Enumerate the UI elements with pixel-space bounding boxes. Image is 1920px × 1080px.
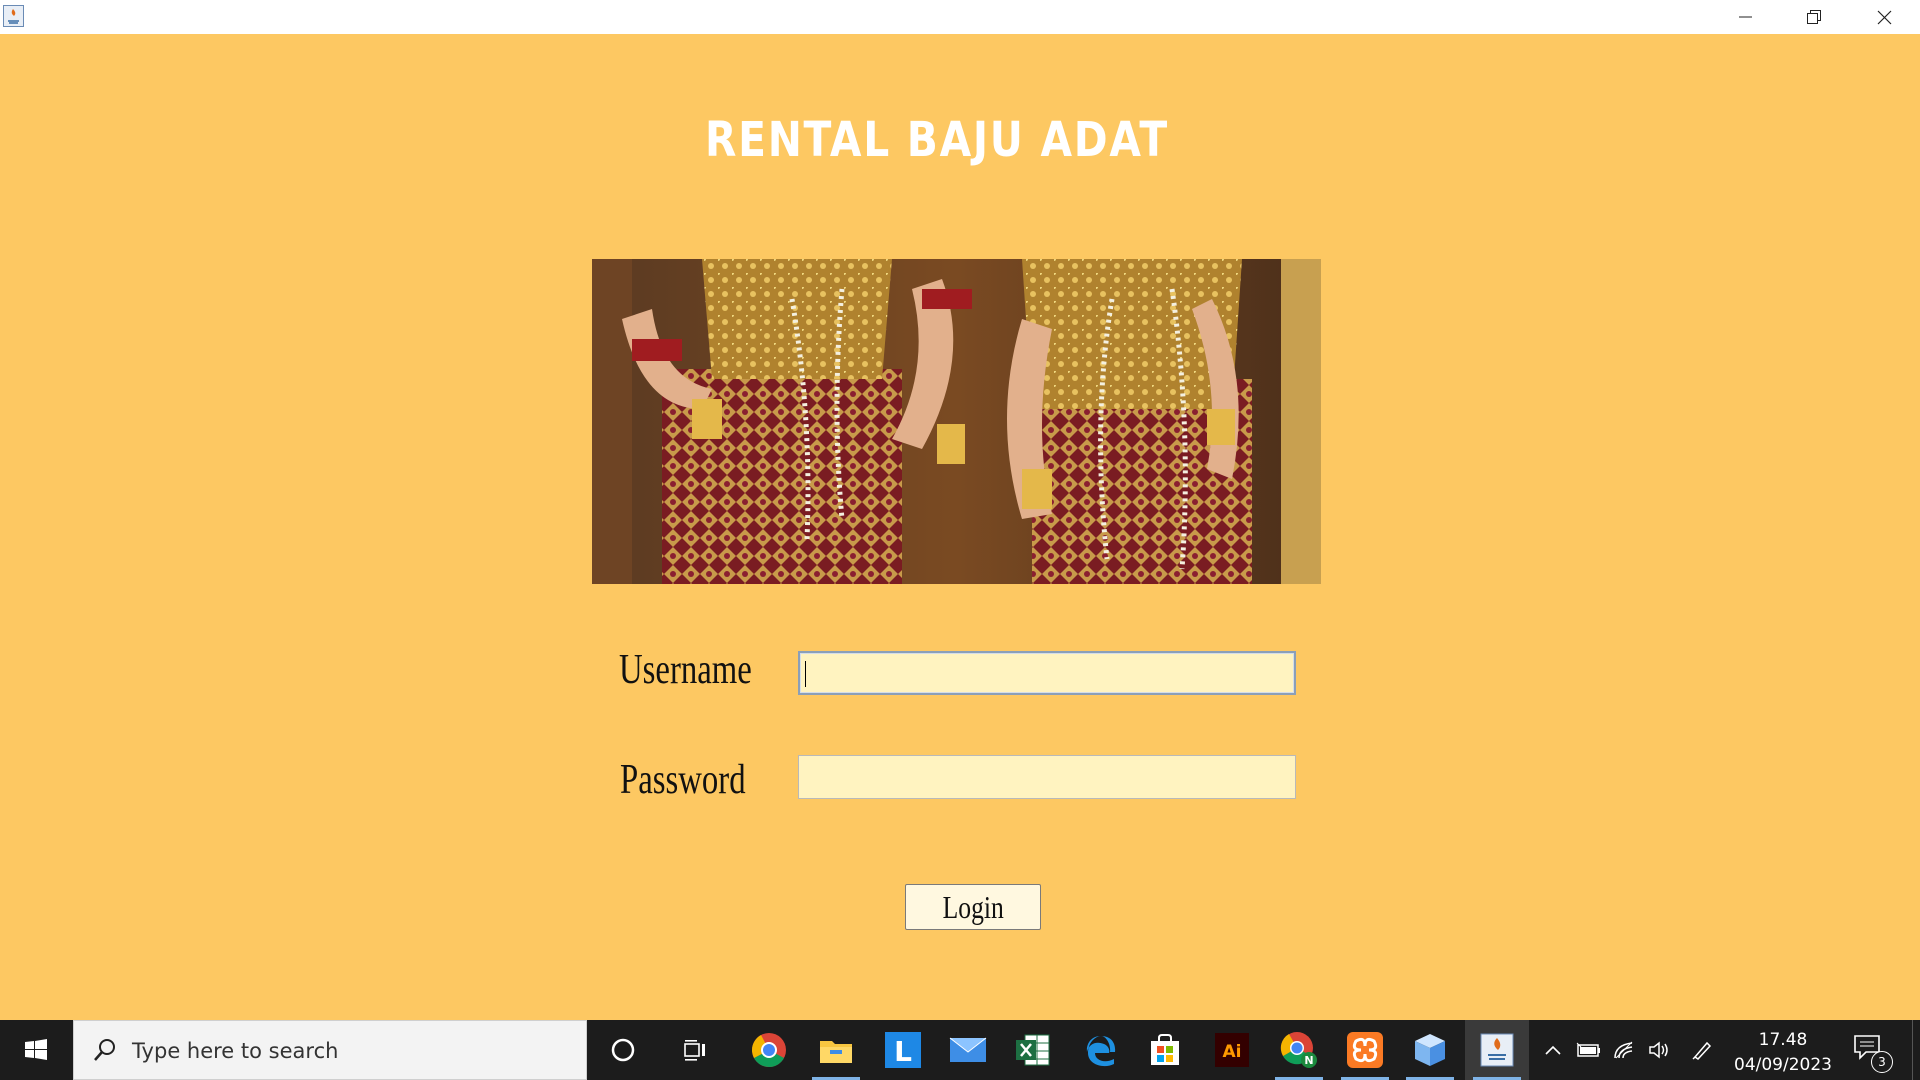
tray-show-hidden-button[interactable] — [1538, 1020, 1568, 1080]
file-explorer-icon — [820, 1041, 852, 1063]
minimize-button[interactable] — [1710, 0, 1780, 34]
excel-icon — [1016, 1034, 1050, 1066]
pen-tray-button[interactable] — [1686, 1020, 1718, 1080]
chrome-icon — [752, 1033, 786, 1067]
svg-text:Ai: Ai — [1223, 1042, 1242, 1062]
task-view-button[interactable] — [663, 1020, 727, 1080]
password-input[interactable] — [798, 755, 1296, 799]
notification-count-badge: 3 — [1871, 1051, 1893, 1073]
search-icon — [94, 1039, 115, 1061]
mail-icon — [949, 1037, 987, 1062]
wifi-icon — [1614, 1041, 1633, 1059]
taskbar: Type here to search L Ai N 17.48 04/09/2… — [0, 1020, 1920, 1080]
3d-box-icon — [1415, 1034, 1445, 1066]
chevron-up-icon — [1545, 1045, 1561, 1055]
edge-icon — [1086, 1036, 1116, 1067]
minimize-icon — [1739, 16, 1752, 18]
illustrator-icon: Ai — [1215, 1033, 1249, 1067]
clock-time: 17.48 — [1758, 1030, 1808, 1050]
username-input[interactable] — [798, 651, 1296, 695]
show-desktop-button[interactable] — [1912, 1020, 1920, 1080]
battery-tray-button[interactable] — [1572, 1020, 1604, 1080]
windows-logo-icon — [25, 1039, 47, 1060]
window-title-bar — [0, 0, 1920, 34]
network-tray-button[interactable] — [1608, 1020, 1640, 1080]
l-app-icon: L — [885, 1032, 921, 1068]
restore-button[interactable] — [1779, 0, 1849, 34]
username-label: Username — [619, 647, 752, 693]
traditional-costume-photo — [592, 259, 1321, 584]
password-label: Password — [620, 757, 746, 803]
task-view-icon — [684, 1040, 705, 1061]
cortana-icon — [611, 1038, 635, 1062]
taskbar-app-store[interactable] — [1133, 1020, 1197, 1080]
taskbar-app-java[interactable] — [1465, 1020, 1529, 1080]
java-app-icon — [3, 5, 24, 27]
close-icon — [1877, 10, 1892, 25]
taskbar-search-box[interactable]: Type here to search — [73, 1020, 587, 1080]
close-button[interactable] — [1849, 0, 1919, 34]
battery-icon — [1576, 1042, 1600, 1057]
taskbar-app-illustrator[interactable]: Ai — [1200, 1020, 1264, 1080]
taskbar-app-chrome-profile[interactable]: N — [1267, 1020, 1331, 1080]
clock-date: 04/09/2023 — [1734, 1055, 1832, 1075]
start-button[interactable] — [0, 1020, 72, 1080]
speaker-icon — [1649, 1041, 1668, 1059]
taskbar-app-edge[interactable] — [1069, 1020, 1133, 1080]
text-caret — [805, 661, 806, 687]
app-title: RENTAL BAJU ADAT — [705, 112, 1169, 168]
restore-icon — [1807, 10, 1821, 24]
login-button-label: Login — [942, 888, 1004, 925]
taskbar-clock[interactable]: 17.48 04/09/2023 — [1718, 1028, 1848, 1078]
taskbar-app-chrome[interactable] — [737, 1020, 801, 1080]
taskbar-app-l[interactable]: L — [871, 1020, 935, 1080]
login-panel: RENTAL BAJU ADAT Username Password Login — [0, 34, 1920, 1020]
taskbar-app-file-explorer[interactable] — [804, 1020, 868, 1080]
cortana-button[interactable] — [591, 1020, 655, 1080]
taskbar-app-xampp[interactable] — [1333, 1020, 1397, 1080]
taskbar-app-excel[interactable] — [1001, 1020, 1065, 1080]
login-button[interactable]: Login — [905, 884, 1041, 930]
svg-text:N: N — [1304, 1054, 1313, 1067]
store-icon — [1151, 1034, 1179, 1065]
chrome-profile-icon: N — [1280, 1032, 1317, 1068]
java-icon — [1480, 1033, 1514, 1067]
taskbar-app-3d-box[interactable] — [1398, 1020, 1462, 1080]
volume-tray-button[interactable] — [1644, 1020, 1676, 1080]
svg-text:L: L — [894, 1035, 912, 1068]
pen-icon — [1692, 1041, 1712, 1060]
search-placeholder: Type here to search — [132, 1039, 339, 1063]
taskbar-app-mail[interactable] — [936, 1020, 1000, 1080]
xampp-icon — [1347, 1032, 1383, 1068]
